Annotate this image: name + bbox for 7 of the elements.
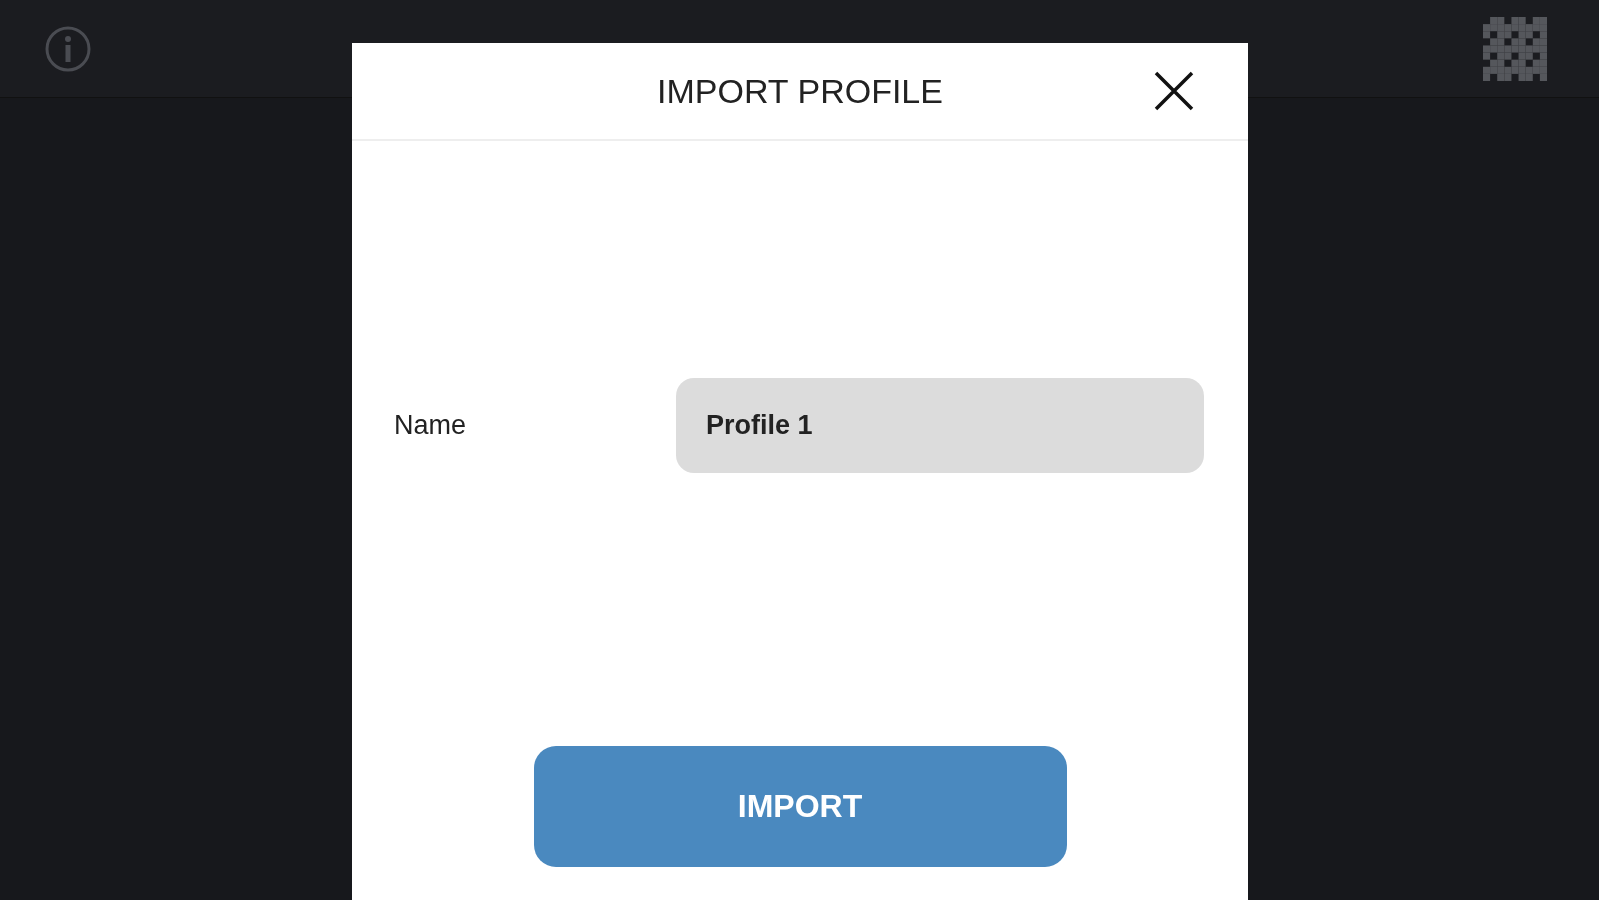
- name-field[interactable]: Profile 1: [676, 378, 1204, 473]
- field-label: Name: [394, 410, 468, 441]
- import-button[interactable]: IMPORT: [533, 746, 1067, 867]
- qr-code-icon[interactable]: [1483, 16, 1547, 81]
- dialog-title: IMPORT PROFILE: [657, 71, 943, 111]
- close-icon[interactable]: [1154, 71, 1194, 111]
- info-icon[interactable]: [44, 24, 92, 73]
